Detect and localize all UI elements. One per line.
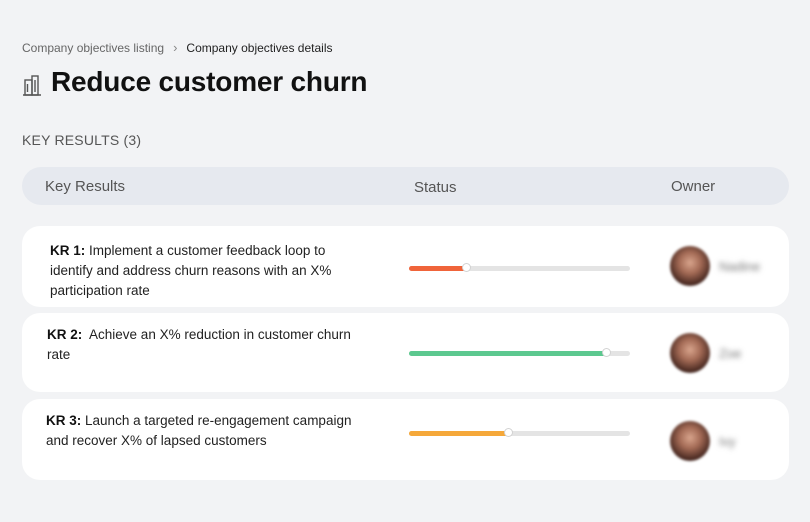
key-result-text: KR 2: Achieve an X% reduction in custome… (47, 325, 367, 365)
key-result-row-1[interactable]: KR 1: Implement a customer feedback loop… (22, 226, 789, 307)
status-progress-handle[interactable] (462, 263, 472, 272)
key-result-text: KR 3: Launch a targeted re-engagement ca… (46, 411, 366, 451)
column-header-owner: Owner (671, 178, 716, 195)
key-result-text: KR 1: Implement a customer feedback loop… (50, 241, 335, 301)
status-progress-handle[interactable] (504, 428, 514, 437)
key-result-description: Implement a customer feedback loop to id… (50, 243, 332, 298)
breadcrumb: Company objectives listing › Company obj… (22, 40, 333, 55)
status-progress-bar (409, 348, 630, 357)
building-icon (23, 75, 41, 96)
status-progress-bar (409, 428, 630, 437)
key-result-description: Achieve an X% reduction in customer chur… (47, 327, 351, 362)
status-progress-fill (409, 266, 467, 271)
column-header-key-results: Key Results (45, 178, 126, 195)
key-result-label: KR 1: (50, 243, 86, 258)
key-result-label: KR 2: (47, 327, 83, 342)
table-header: Key Results Status Owner (22, 167, 789, 205)
status-progress-fill (409, 431, 509, 436)
status-progress-fill (409, 351, 606, 356)
column-header-status: Status (414, 179, 457, 196)
breadcrumb-link-objectives-listing[interactable]: Company objectives listing (22, 41, 164, 55)
owner-avatar (670, 333, 710, 373)
status-progress-bar (409, 263, 630, 272)
owner-name: Zoe (719, 345, 742, 361)
page-title: Reduce customer churn (51, 66, 368, 97)
owner-cell[interactable]: Ivy (670, 421, 736, 461)
key-results-count-label: KEY RESULTS (3) (22, 132, 142, 148)
key-result-row-2[interactable]: KR 2: Achieve an X% reduction in custome… (22, 313, 789, 392)
owner-name: Nadine (719, 258, 761, 274)
owner-name: Ivy (719, 433, 736, 449)
key-result-row-3[interactable]: KR 3: Launch a targeted re-engagement ca… (22, 399, 789, 480)
breadcrumb-current: Company objectives details (186, 40, 333, 55)
owner-avatar (670, 421, 710, 461)
owner-avatar (670, 246, 710, 286)
owner-cell[interactable]: Nadine (670, 246, 760, 286)
owner-cell[interactable]: Zoe (670, 333, 741, 373)
status-progress-handle[interactable] (601, 348, 611, 357)
breadcrumb-chevron-icon: › (173, 40, 178, 55)
key-result-label: KR 3: (46, 413, 82, 428)
key-result-description: Launch a targeted re-engagement campaign… (46, 413, 352, 448)
title-row: Reduce customer churn (22, 66, 368, 98)
